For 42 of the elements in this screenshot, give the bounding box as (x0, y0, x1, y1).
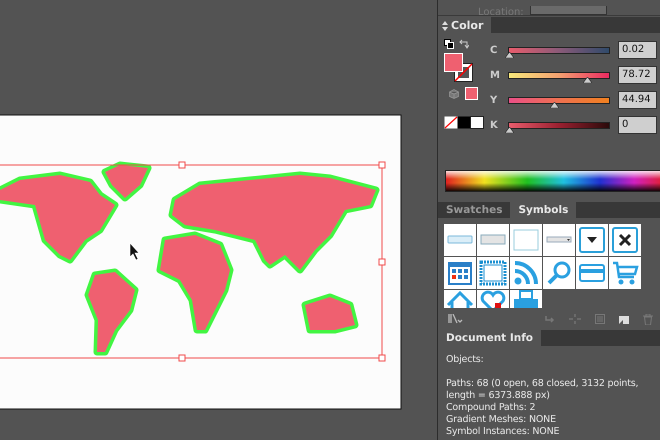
value-field[interactable]: 44.94 (618, 91, 657, 109)
slider-label: C (490, 44, 498, 56)
cube-icon[interactable] (449, 88, 459, 98)
default-colors-icon[interactable] (444, 39, 454, 49)
info-heading: Objects: (446, 354, 484, 366)
value-field[interactable]: 0 (618, 116, 657, 134)
house-symbol-icon[interactable] (444, 290, 476, 308)
quick-swatches-icon[interactable] (444, 116, 484, 129)
slider-label: K (490, 120, 499, 130)
color-spectrum-bar[interactable] (445, 170, 660, 192)
cursor-icon (130, 242, 140, 260)
info-line: Symbol Instances: NONE (446, 426, 560, 438)
slider-thumb[interactable] (550, 102, 559, 108)
printer-symbol-icon[interactable] (510, 290, 542, 308)
value-field[interactable]: 78.72 (618, 66, 657, 84)
color-panel-tab[interactable]: Color (438, 17, 492, 33)
rss-symbol-icon[interactable] (510, 257, 542, 289)
color-swatch[interactable] (465, 87, 478, 100)
calendar-symbol-icon[interactable] (444, 257, 476, 289)
heart-symbol-icon[interactable] (477, 290, 509, 308)
panel-tab[interactable]: Symbols (510, 202, 576, 218)
info-line: Paths: 68 (0 open, 68 closed, 3132 points, length = 6373.888 px) (446, 378, 640, 402)
slider-label: M (490, 70, 501, 80)
new-symbol-icon[interactable] (619, 314, 629, 324)
fill-stroke-icon[interactable] (444, 53, 474, 83)
button-symbol-icon[interactable] (477, 224, 509, 256)
location-field[interactable] (530, 6, 607, 15)
dropdown-arrow-symbol-icon[interactable] (576, 224, 608, 256)
document-info-tab[interactable]: Document Info (438, 330, 542, 346)
text-field-symbol-icon[interactable] (444, 224, 476, 256)
swap-arrows-icon[interactable] (459, 39, 469, 49)
panel-tab[interactable]: Swatches (438, 202, 510, 218)
slider-thumb[interactable] (583, 76, 592, 82)
slider-label: Y (490, 94, 498, 106)
library-menu-icon[interactable] (448, 314, 464, 324)
slider-thumb[interactable] (505, 126, 514, 132)
value-field[interactable]: 0.02 (618, 41, 657, 59)
slider-thumb[interactable] (505, 52, 514, 58)
close-symbol-icon[interactable] (609, 224, 641, 256)
collapse-arrows-icon[interactable] (442, 20, 448, 30)
info-line: Compound Paths: 2 (446, 402, 536, 414)
info-line: Gradient Meshes: NONE (446, 414, 557, 426)
